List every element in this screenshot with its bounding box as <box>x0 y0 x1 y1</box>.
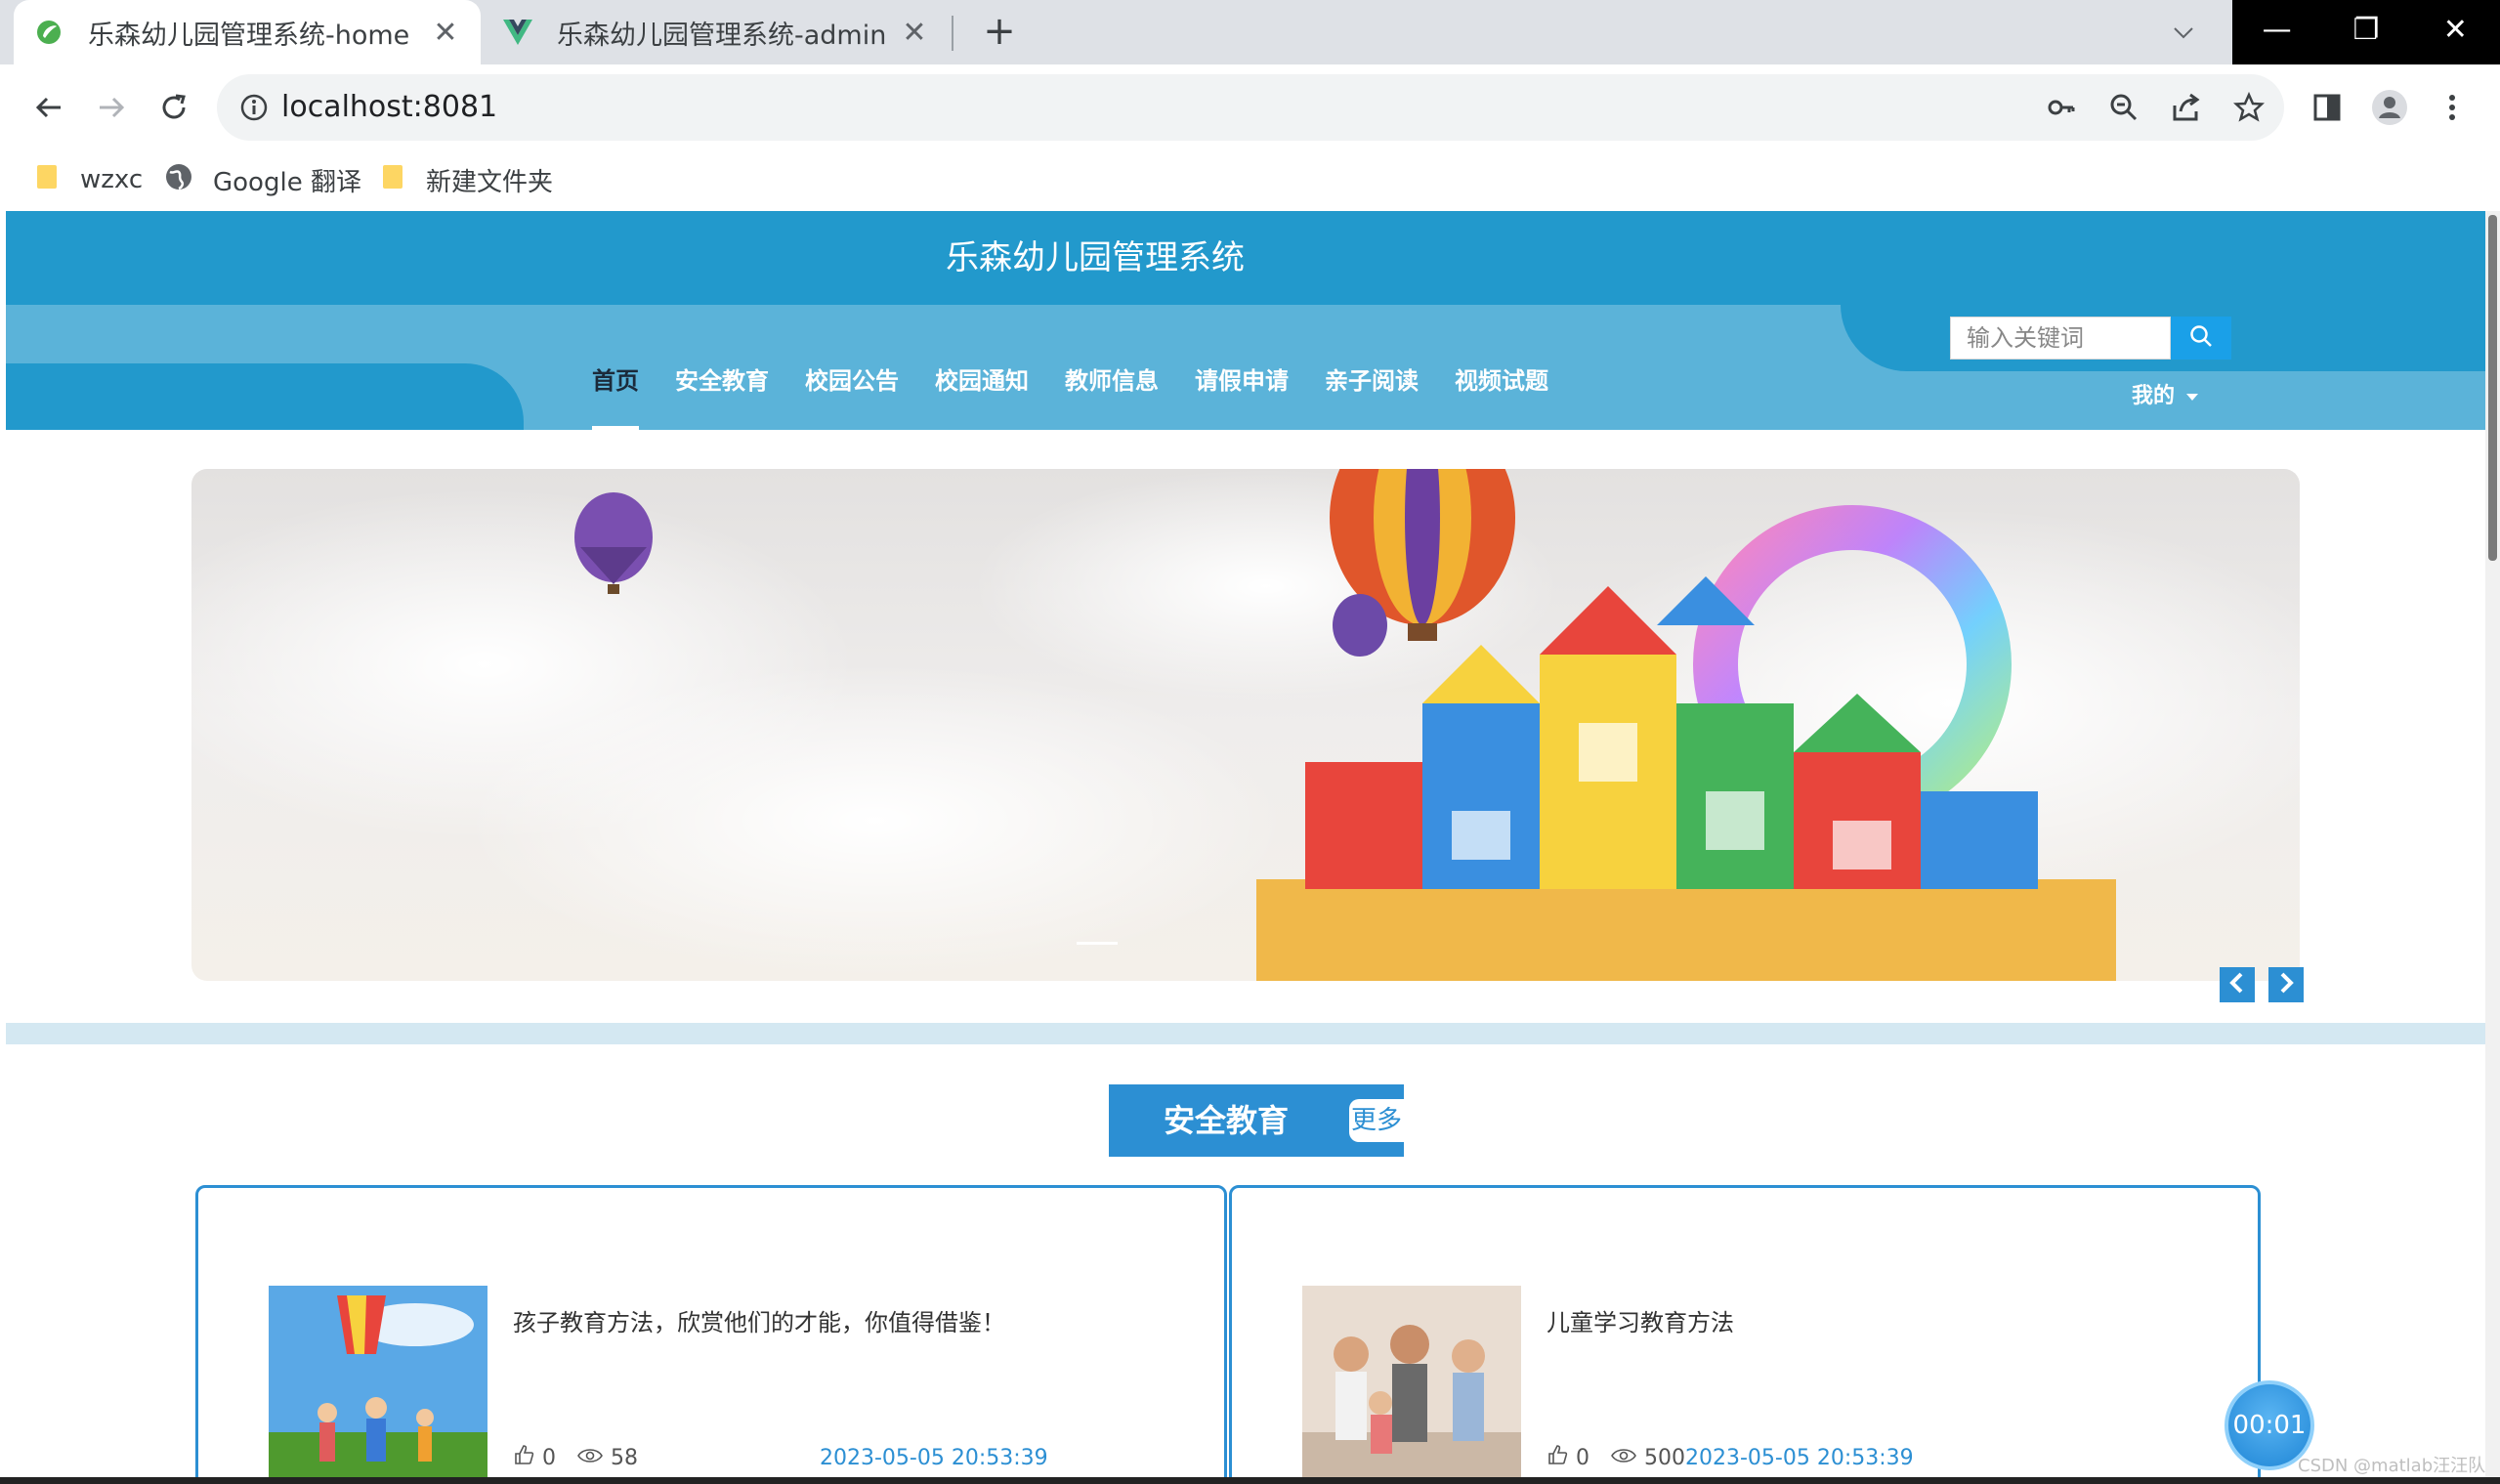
bookmark-new-folder[interactable]: 新建文件夹 <box>381 158 553 201</box>
article-date: 2023-05-05 20:53:39 <box>820 1445 1048 1470</box>
new-tab-icon[interactable]: + <box>975 8 1024 57</box>
nav-item-campus-announcement[interactable]: 校园公告 <box>805 354 899 408</box>
tab-title: 乐森幼儿园管理系统-admin <box>557 20 887 51</box>
url-text: localhost:8081 <box>281 90 498 124</box>
search-button[interactable] <box>2171 317 2231 360</box>
tab-title: 乐森幼儿园管理系统-home <box>88 20 410 51</box>
thumbs-up-icon[interactable] <box>513 1444 534 1471</box>
nav-decor-left <box>6 363 524 430</box>
banner-carousel[interactable] <box>191 469 2300 981</box>
tab-admin[interactable]: 乐森幼儿园管理系统-admin ✕ <box>483 0 950 64</box>
search-icon <box>2188 323 2214 353</box>
banner-image <box>191 469 2300 981</box>
site-header: 乐森幼儿园管理系统 <box>6 211 2485 305</box>
watermark: CSDN @matlab汪汪队 <box>2298 1456 2486 1476</box>
chevron-down-icon[interactable] <box>2159 8 2208 57</box>
user-menu-label: 我的 <box>2132 384 2176 408</box>
eye-icon <box>1611 1446 1636 1470</box>
bookmark-label: wzxc <box>80 165 144 194</box>
site-title: 乐森幼儿园管理系统 <box>946 238 1245 277</box>
tab-separator <box>952 16 953 51</box>
carousel-next-button[interactable] <box>2268 967 2304 1002</box>
close-window-icon[interactable]: ✕ <box>2411 0 2500 64</box>
more-vertical-icon[interactable] <box>2427 82 2478 133</box>
article-thumbnail <box>1302 1286 1521 1484</box>
bookmark-label: 新建文件夹 <box>426 167 554 197</box>
close-tab-icon[interactable]: ✕ <box>426 16 465 50</box>
nav-item-leave-request[interactable]: 请假申请 <box>1195 354 1289 408</box>
article-meta: 0 500 2023-05-05 20:53:39 <box>1547 1444 1914 1471</box>
bookmark-wzxc[interactable]: wzxc <box>35 158 143 201</box>
view-count: 500 <box>1644 1445 1685 1470</box>
profile-icon[interactable] <box>2364 82 2415 133</box>
tab-home[interactable]: 乐森幼儿园管理系统-home ✕ <box>14 0 481 64</box>
close-tab-icon[interactable]: ✕ <box>895 16 934 50</box>
section-divider <box>6 1023 2485 1044</box>
window-controls: — ❐ ✕ <box>2232 0 2500 64</box>
address-bar[interactable]: localhost:8081 <box>217 74 2284 141</box>
nav-item-parent-reading[interactable]: 亲子阅读 <box>1325 354 1419 408</box>
restore-icon[interactable]: ❐ <box>2321 0 2410 64</box>
article-card[interactable]: 孩子教育方法，欣赏他们的才能，你值得借鉴！ 0 58 2023-05-05 20… <box>195 1185 1227 1484</box>
key-icon[interactable] <box>2044 90 2079 125</box>
bookmark-google-translate[interactable]: Google 翻译 <box>164 158 361 201</box>
scrollbar-thumb[interactable] <box>2488 215 2497 561</box>
view-count: 58 <box>611 1445 638 1470</box>
thumbs-up-icon[interactable] <box>1547 1444 1568 1471</box>
folder-icon <box>35 163 61 197</box>
article-title[interactable]: 儿童学习教育方法 <box>1547 1303 1734 1337</box>
taskbar-edge <box>0 1477 2500 1484</box>
leaf-green-icon <box>33 17 64 48</box>
browser-toolbar: localhost:8081 <box>0 64 2500 150</box>
side-panel-icon[interactable] <box>2302 82 2352 133</box>
nav-item-safety-education[interactable]: 安全教育 <box>675 354 769 408</box>
forward-icon[interactable] <box>86 82 137 133</box>
like-count: 0 <box>1576 1445 1589 1470</box>
article-meta: 0 58 2023-05-05 20:53:39 <box>513 1444 1048 1471</box>
main-nav: 首页 安全教育 校园公告 校园通知 教师信息 请假申请 亲子阅读 视频试题 <box>592 354 1585 430</box>
page-scrollbar[interactable] <box>2485 211 2500 1484</box>
browser-tab-strip: 乐森幼儿园管理系统-home ✕ 乐森幼儿园管理系统-admin ✕ + — ❐… <box>0 0 2500 64</box>
article-date: 2023-05-05 20:53:39 <box>1685 1445 1914 1470</box>
folder-icon <box>381 163 406 197</box>
caret-down-icon <box>2186 393 2199 401</box>
screen: 乐森幼儿园管理系统-home ✕ 乐森幼儿园管理系统-admin ✕ + — ❐… <box>0 0 2500 1484</box>
nav-item-home[interactable]: 首页 <box>592 354 639 430</box>
web-page: 乐森幼儿园管理系统 首页 安全教育 校园公告 校园通知 教师信息 请假申请 亲子… <box>6 211 2485 1484</box>
section-title: 安全教育 <box>1163 1102 1289 1139</box>
article-title[interactable]: 孩子教育方法，欣赏他们的才能，你值得借鉴！ <box>513 1303 1005 1337</box>
info-icon[interactable] <box>236 90 272 125</box>
more-button[interactable]: 更多 <box>1349 1099 1404 1142</box>
eye-icon <box>577 1446 603 1470</box>
zoom-icon[interactable] <box>2106 90 2141 125</box>
like-count: 0 <box>542 1445 556 1470</box>
bookmark-label: Google 翻译 <box>213 167 361 197</box>
article-card[interactable]: 儿童学习教育方法 0 500 2023-05-05 20:53:39 <box>1229 1185 2261 1484</box>
section-header: 安全教育 更多 <box>1109 1084 1404 1157</box>
search-input[interactable] <box>1950 317 2171 360</box>
bookmarks-bar: wzxc Google 翻译 新建文件夹 <box>0 150 2500 211</box>
nav-item-campus-notice[interactable]: 校园通知 <box>935 354 1029 408</box>
article-thumbnail <box>269 1286 487 1484</box>
star-icon[interactable] <box>2231 90 2267 125</box>
nav-decor-right <box>1841 305 2485 371</box>
back-icon[interactable] <box>23 82 74 133</box>
globe-icon <box>164 162 193 198</box>
carousel-indicator[interactable] <box>1077 942 1118 945</box>
carousel-prev-button[interactable] <box>2220 967 2255 1002</box>
minimize-icon[interactable]: — <box>2232 0 2321 64</box>
nav-item-video-quiz[interactable]: 视频试题 <box>1455 354 1548 408</box>
chevron-right-icon <box>2277 972 2295 997</box>
nav-item-teacher-info[interactable]: 教师信息 <box>1065 354 1159 408</box>
user-menu[interactable]: 我的 <box>2132 381 2199 412</box>
vue-v-icon <box>502 17 533 48</box>
chevron-left-icon <box>2228 972 2246 997</box>
reload-icon[interactable] <box>148 82 199 133</box>
nav-band: 首页 安全教育 校园公告 校园通知 教师信息 请假申请 亲子阅读 视频试题 我的 <box>6 305 2485 430</box>
share-icon[interactable] <box>2169 90 2204 125</box>
